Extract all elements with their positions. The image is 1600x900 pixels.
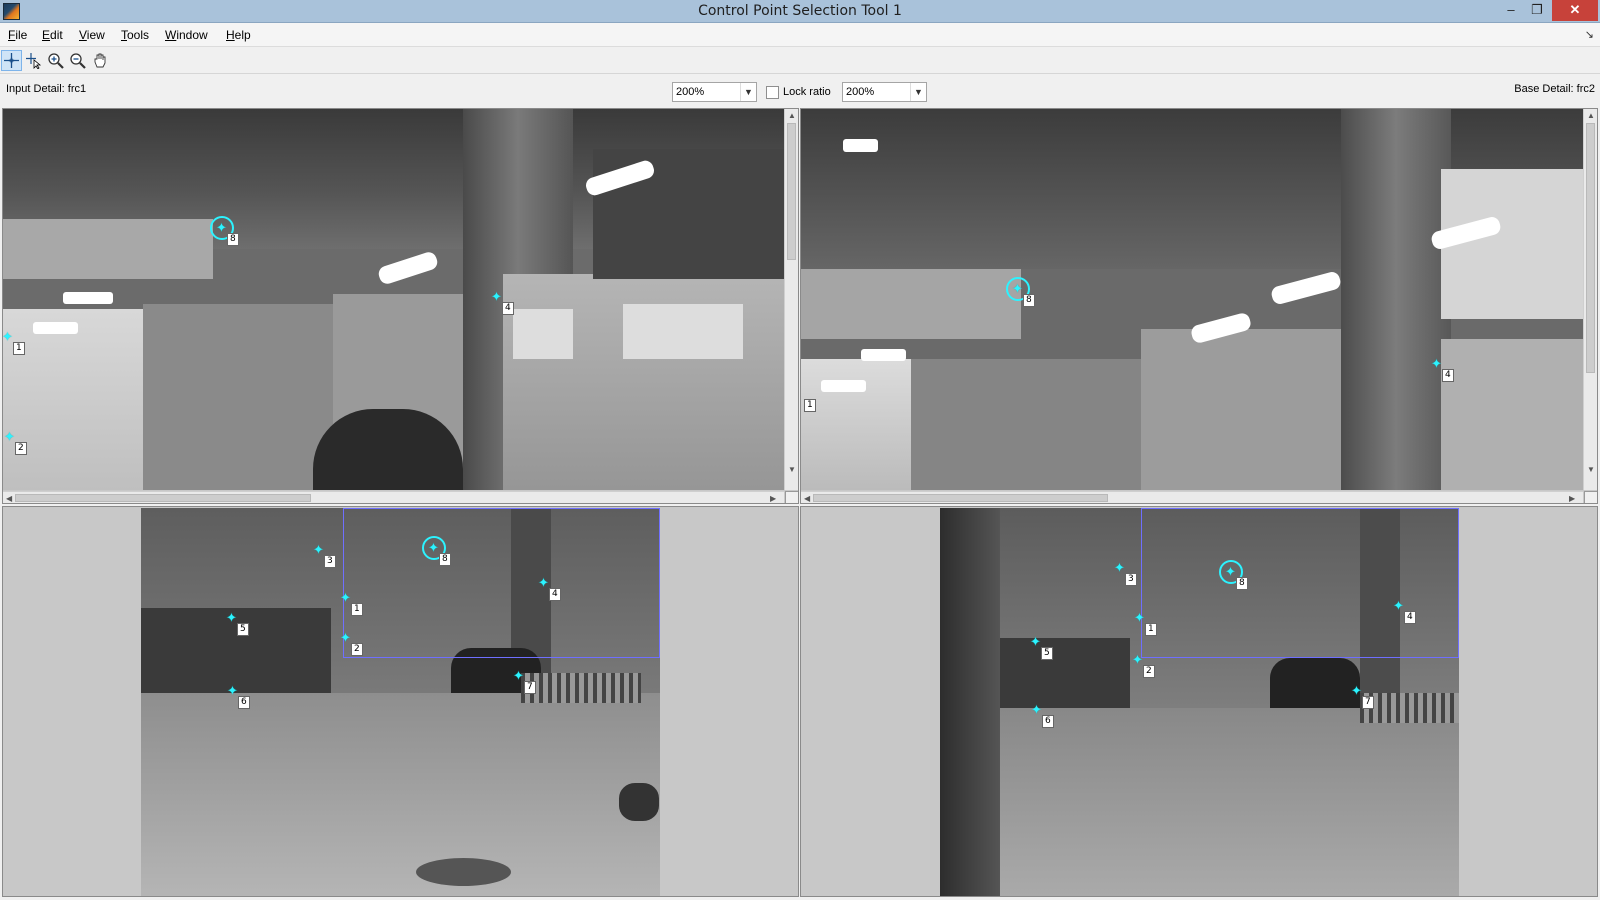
input-detail-image[interactable] [3,109,785,490]
select-point-tool-icon[interactable] [23,50,44,71]
title-bar: Control Point Selection Tool 1 – ❐ ✕ [0,0,1600,23]
add-point-tool-icon[interactable] [1,50,22,71]
scroll-thumb[interactable] [813,494,1108,502]
window-title: Control Point Selection Tool 1 [698,3,902,19]
chevron-down-icon[interactable]: ▼ [910,83,926,101]
scroll-up-icon[interactable]: ▲ [1587,111,1595,120]
base-overview-panel[interactable]: ✦ 3 ✦ 8 ✦ 4 ✦ 1 ✦ 5 ✦ 2 ✦ 7 ✦ 6 [800,506,1598,897]
scroll-left-icon[interactable]: ◀ [6,494,12,503]
detail-region-rectangle[interactable] [1141,508,1459,658]
menu-edit[interactable]: Edit [42,28,63,42]
menu-file[interactable]: File [8,28,27,42]
scroll-thumb[interactable] [15,494,311,502]
menu-window[interactable]: Window [165,28,208,42]
lock-ratio-checkbox[interactable] [766,86,779,99]
close-button[interactable]: ✕ [1552,0,1598,21]
scroll-right-icon[interactable]: ▶ [1569,494,1575,503]
scroll-up-icon[interactable]: ▲ [788,111,796,120]
detail-header: Input Detail: frc1 200% ▼ Lock ratio 200… [0,75,1600,107]
zoom-in-icon[interactable] [45,50,66,71]
base-detail-hscrollbar[interactable]: ◀ ▶ [801,491,1583,503]
scroll-thumb[interactable] [1586,123,1595,373]
menu-help[interactable]: Help [226,28,251,42]
input-detail-hscrollbar[interactable]: ◀ ▶ [3,491,784,503]
pan-hand-icon[interactable] [90,50,111,71]
base-detail-image[interactable] [801,109,1584,490]
menu-view[interactable]: View [79,28,105,42]
detail-region-rectangle[interactable] [343,508,660,658]
input-overview-panel[interactable]: ✦ 3 ✦ 8 ✦ 4 ✦ 1 ✦ 5 ✦ 2 ✦ 7 ✦ 6 [2,506,799,897]
minimize-button[interactable]: – [1498,0,1524,21]
restore-button[interactable]: ❐ [1524,0,1550,21]
base-zoom-select[interactable]: 200% ▼ [842,82,927,102]
scroll-thumb[interactable] [787,123,796,260]
base-detail-label: Base Detail: frc2 [1514,83,1595,95]
lock-ratio-label: Lock ratio [783,86,831,98]
input-detail-label: Input Detail: frc1 [6,83,87,95]
chevron-down-icon[interactable]: ▼ [740,83,756,101]
scroll-down-icon[interactable]: ▼ [788,465,796,474]
scroll-corner [785,491,798,503]
dock-arrow-icon[interactable]: ↘ [1585,28,1594,41]
menu-bar: File Edit View Tools Window Help ↘ [0,23,1600,47]
input-zoom-select[interactable]: 200% ▼ [672,82,757,102]
base-detail-panel[interactable]: ▲ ▼ ◀ ▶ ✦8 ✦4 ✦1 [800,108,1598,504]
menu-tools[interactable]: Tools [121,28,149,42]
scroll-corner [1584,491,1597,503]
toolbar [0,48,1600,74]
base-detail-vscrollbar[interactable]: ▲ ▼ [1583,109,1597,490]
input-detail-vscrollbar[interactable]: ▲ ▼ [784,109,798,490]
input-detail-panel[interactable]: ▲ ▼ ◀ ▶ ✦ 8 ✦ 4 ✦ 1 ✦ 2 [2,108,799,504]
scroll-left-icon[interactable]: ◀ [804,494,810,503]
zoom-out-icon[interactable] [67,50,88,71]
scroll-down-icon[interactable]: ▼ [1587,465,1595,474]
scroll-right-icon[interactable]: ▶ [770,494,776,503]
